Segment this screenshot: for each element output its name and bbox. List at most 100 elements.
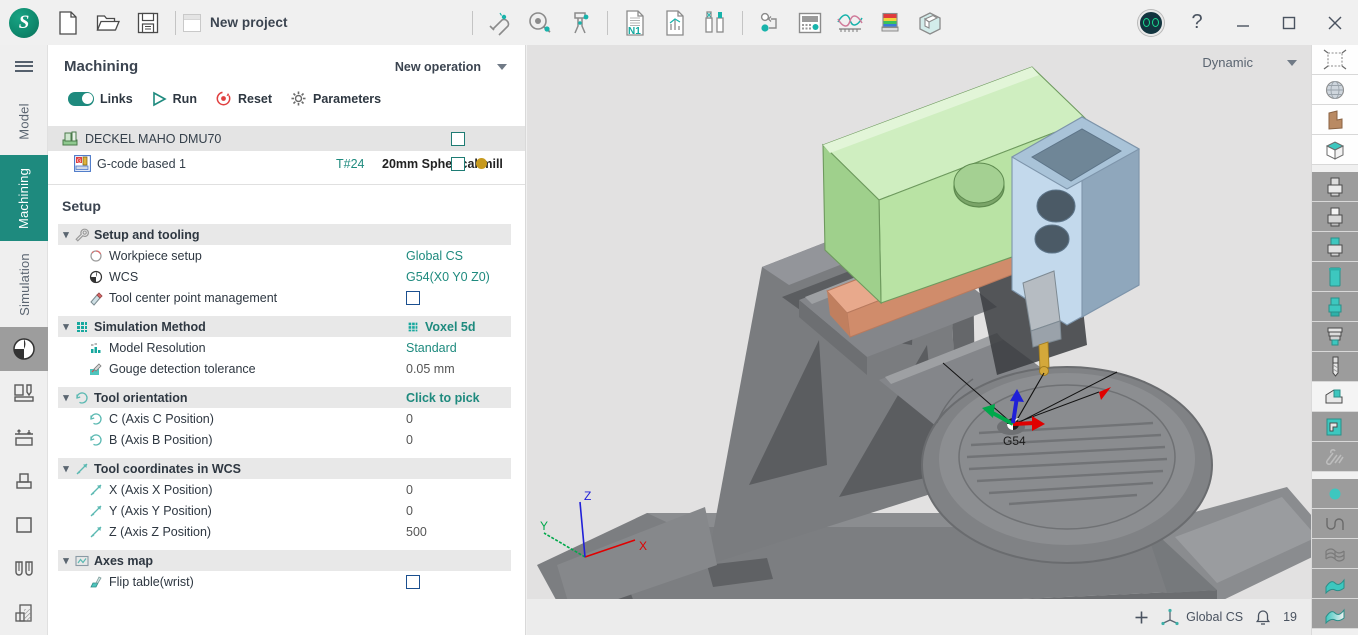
sidebar-tab-model[interactable]: Model (0, 87, 48, 155)
fixture-icon[interactable] (0, 459, 48, 503)
machine-control-panel-icon[interactable] (790, 0, 830, 45)
surface-teal-icon[interactable] (1312, 569, 1358, 599)
table-row[interactable]: DECKEL MAHO DMU70 (48, 126, 525, 151)
property-row-gouge-tolerance[interactable]: Gouge detection tolerance 0.05 mm (58, 358, 525, 379)
property-value[interactable]: G54(X0 Y0 Z0) (406, 270, 490, 284)
stock-box-icon[interactable] (910, 0, 950, 45)
report-chart-icon[interactable] (655, 0, 695, 45)
nc-program-n1-icon[interactable]: N1 (615, 0, 655, 45)
parameters-button[interactable]: Parameters (284, 87, 387, 110)
eye-status-icon[interactable] (1128, 0, 1174, 45)
caliper-icon[interactable] (560, 0, 600, 45)
vise-jaws-icon[interactable] (0, 547, 48, 591)
run-button[interactable]: Run (145, 88, 203, 110)
notifications-button[interactable] (1255, 609, 1271, 626)
machine-tool-icon[interactable] (0, 371, 48, 415)
holder-shaded-icon[interactable] (1312, 172, 1358, 202)
property-value[interactable]: 0 (406, 504, 413, 518)
new-operation-dropdown[interactable]: New operation (395, 60, 509, 74)
property-row-axis-b[interactable]: B (Axis B Position) 0 (58, 429, 525, 450)
open-folder-icon[interactable] (88, 0, 128, 45)
colormap-gradient-icon[interactable] (870, 0, 910, 45)
property-row-axis-y[interactable]: Y (Axis Y Position) 0 (58, 500, 525, 521)
hamburger-menu-icon[interactable] (0, 45, 47, 87)
property-value[interactable]: 0 (406, 412, 413, 426)
flip-table-checkbox[interactable] (406, 574, 420, 589)
property-value[interactable]: Standard (406, 341, 457, 355)
surface-shaded-icon[interactable] (1312, 599, 1358, 629)
blank-square-icon[interactable] (0, 503, 48, 547)
section-view-icon[interactable] (1312, 105, 1358, 135)
maximize-button[interactable] (1266, 0, 1312, 45)
minimize-button[interactable] (1220, 0, 1266, 45)
tool-body-teal-icon[interactable] (1312, 262, 1358, 292)
kinematics-node-icon[interactable] (750, 0, 790, 45)
magnet-probe-icon[interactable] (480, 0, 520, 45)
visibility-checkbox[interactable] (451, 156, 465, 171)
view-mode-dropdown[interactable]: Dynamic (1202, 55, 1297, 70)
group-header-tool-orientation[interactable]: ▾ Tool orientation Click to pick (58, 387, 511, 408)
holder-teal-icon[interactable] (1312, 232, 1358, 262)
curve-icon[interactable] (1312, 509, 1358, 539)
point-dot-icon[interactable] (1312, 479, 1358, 509)
group-value[interactable]: Voxel 5d (406, 320, 475, 334)
help-button[interactable]: ? (1174, 0, 1220, 45)
shaded-sphere-icon[interactable] (0, 327, 48, 371)
stock-corner-icon[interactable] (1312, 412, 1358, 442)
gear-icon (291, 91, 306, 106)
property-value-container (406, 290, 420, 305)
property-row-axis-x[interactable]: X (Axis X Position) 0 (58, 479, 525, 500)
hatch-pattern-icon[interactable] (1312, 442, 1358, 472)
3d-viewport[interactable]: G54 X Y Z X Y Z G54 Dynamic (527, 45, 1311, 635)
mesh-surface-icon[interactable] (1312, 539, 1358, 569)
property-row-model-resolution[interactable]: Model Resolution Standard (58, 337, 525, 358)
group-header-setup-and-tooling[interactable]: ▾ Setup and tooling (58, 224, 511, 245)
vector-arrow-icon (90, 484, 102, 495)
sidebar-tab-machining[interactable]: Machining (0, 155, 48, 241)
property-value[interactable]: 0.05 mm (406, 362, 455, 376)
new-document-icon[interactable] (48, 0, 88, 45)
property-label: Flip table(wrist) (109, 574, 194, 589)
property-value[interactable]: 0 (406, 483, 413, 497)
coordinate-system-selector[interactable]: Global CS (1161, 608, 1243, 626)
tool-stack-icon[interactable] (1312, 322, 1358, 352)
reset-button[interactable]: Reset (209, 87, 278, 110)
save-disk-icon[interactable] (128, 0, 168, 45)
group-header-tool-coordinates[interactable]: ▾ Tool coordinates in WCS (58, 458, 511, 479)
group-value[interactable]: Click to pick (406, 391, 480, 405)
coordinate-system-label: Global CS (1186, 610, 1244, 624)
close-button[interactable] (1312, 0, 1358, 45)
sidebar-tab-simulation[interactable]: Simulation (0, 241, 48, 327)
property-row-workpiece-setup[interactable]: Workpiece setup Global CS (58, 245, 525, 266)
fixture-clamp-icon[interactable] (1312, 382, 1358, 412)
globe-view-icon[interactable] (1312, 75, 1358, 105)
visibility-checkbox[interactable] (451, 131, 465, 146)
tool-tip-teal-icon[interactable] (1312, 292, 1358, 322)
links-toggle[interactable]: Links (62, 89, 139, 109)
fit-selection-icon[interactable] (1312, 45, 1358, 75)
group-header-simulation-method[interactable]: ▾ Simulation Method Voxel 5d (58, 316, 511, 337)
property-value[interactable]: 0 (406, 433, 413, 447)
property-row-axis-c[interactable]: C (Axis C Position) 0 (58, 408, 525, 429)
stock-inout-icon[interactable] (0, 415, 48, 459)
group-header-axes-map[interactable]: ▾ Axes map (58, 550, 511, 571)
measure-gauge-icon[interactable] (520, 0, 560, 45)
chevron-down-icon (1287, 59, 1297, 66)
property-row-tcp-management[interactable]: Tool center point management (58, 287, 525, 308)
tool-library-icon[interactable] (695, 0, 735, 45)
bounding-box-icon[interactable] (1312, 135, 1358, 165)
property-row-axis-z[interactable]: Z (Axis Z Position) 500 (58, 521, 525, 542)
tcp-checkbox[interactable] (406, 290, 420, 305)
holder-gray-icon[interactable] (1312, 202, 1358, 232)
machining-panel: Machining New operation Links Run Reset … (48, 45, 526, 635)
property-value[interactable]: Global CS (406, 249, 463, 263)
compare-halftone-icon[interactable] (0, 591, 48, 635)
end-mill-icon[interactable] (1312, 352, 1358, 382)
chevron-down-icon: ▾ (63, 321, 69, 333)
property-row-wcs[interactable]: WCS G54(X0 Y0 Z0) (58, 266, 525, 287)
add-view-button[interactable] (1134, 610, 1149, 625)
property-value[interactable]: 500 (406, 525, 427, 539)
property-row-flip-table[interactable]: Flip table(wrist) (58, 571, 525, 592)
feedrate-graph-icon[interactable] (830, 0, 870, 45)
table-row[interactable]: G G-code based 1 T#24 20mm Spherical mil… (48, 151, 525, 176)
